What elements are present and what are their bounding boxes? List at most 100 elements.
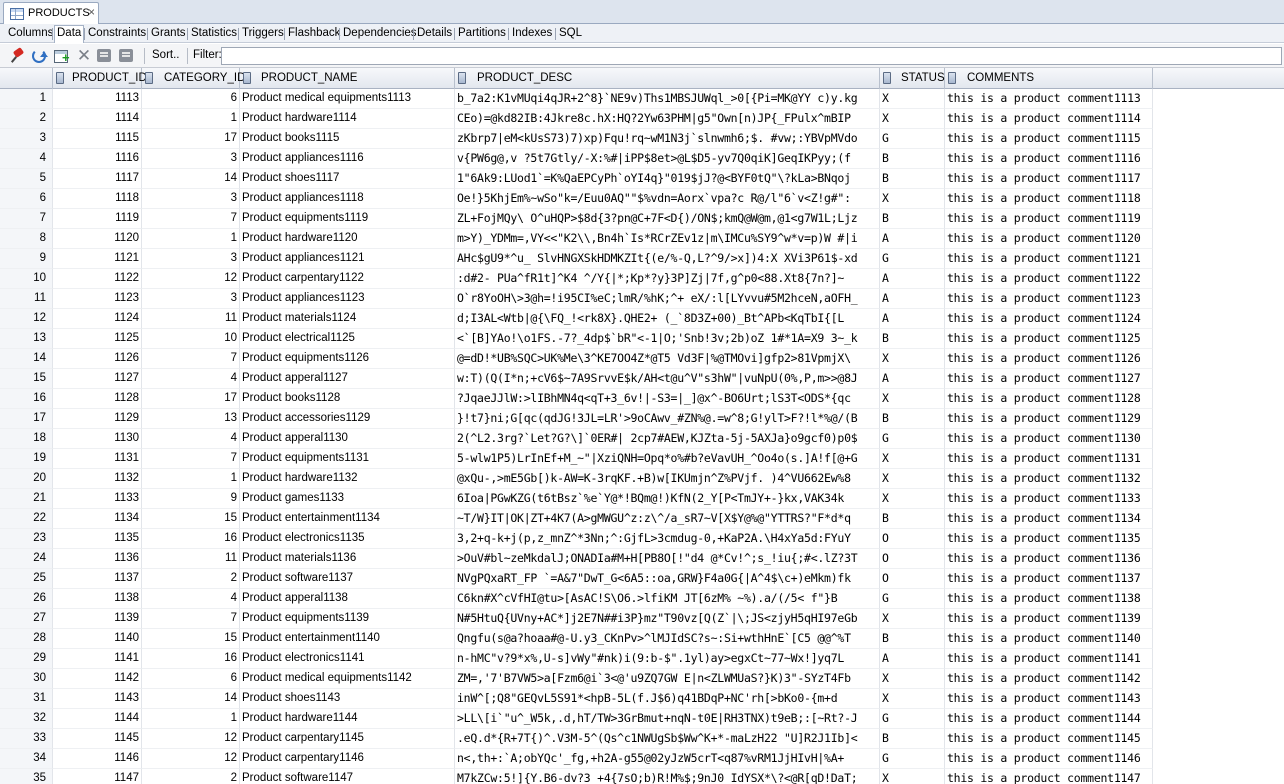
product-name-cell[interactable]: Product apperal1138: [240, 589, 455, 609]
table-row[interactable]: 1 1113 6 Product medical equipments1113 b_7a…: [0, 89, 1284, 109]
comments-cell[interactable]: this is a product comment1115: [945, 129, 1153, 149]
category-id-cell[interactable]: 7: [142, 609, 240, 629]
status-cell[interactable]: X: [880, 669, 945, 689]
table-row[interactable]: 26 1138 4 Product apperal1138 C6kn#X^cVfHI@t…: [0, 589, 1284, 609]
status-cell[interactable]: G: [880, 429, 945, 449]
category-id-cell[interactable]: 3: [142, 289, 240, 309]
comments-cell[interactable]: this is a product comment1113: [945, 89, 1153, 109]
column-header-status[interactable]: STATUS: [880, 68, 945, 89]
product-name-cell[interactable]: Product books1115: [240, 129, 455, 149]
table-row[interactable]: 16 1128 17 Product books1128 ?JqaeJJlW:>lIBh…: [0, 389, 1284, 409]
rollback-icon[interactable]: [119, 49, 133, 62]
product-desc-cell[interactable]: :d#2- PUa^fR1t]^K4 ^/Y{|*;Kp*?y}3P]Zj|7f…: [455, 269, 880, 289]
category-id-cell[interactable]: 2: [142, 569, 240, 589]
comments-cell[interactable]: this is a product comment1127: [945, 369, 1153, 389]
table-row[interactable]: 32 1144 1 Product hardware1144 >LL\[i`"u^_W5…: [0, 709, 1284, 729]
status-cell[interactable]: A: [880, 229, 945, 249]
product-id-cell[interactable]: 1122: [53, 269, 142, 289]
table-row[interactable]: 15 1127 4 Product apperal1127 w:T)(Q(I*n;+cV…: [0, 369, 1284, 389]
table-row[interactable]: 18 1130 4 Product apperal1130 2(^L2.3rg?`Let…: [0, 429, 1284, 449]
category-id-cell[interactable]: 1: [142, 469, 240, 489]
product-id-cell[interactable]: 1134: [53, 509, 142, 529]
status-cell[interactable]: B: [880, 409, 945, 429]
comments-cell[interactable]: this is a product comment1114: [945, 109, 1153, 129]
tab-indexes[interactable]: Indexes: [510, 26, 554, 42]
table-row[interactable]: 21 1133 9 Product games1133 6Ioa|PGwKZG(t6tB…: [0, 489, 1284, 509]
status-cell[interactable]: X: [880, 489, 945, 509]
status-cell[interactable]: X: [880, 609, 945, 629]
table-row[interactable]: 19 1131 7 Product equipments1131 5-wlw1P5)Lr…: [0, 449, 1284, 469]
tab-grants[interactable]: Grants: [149, 26, 188, 42]
product-id-cell[interactable]: 1116: [53, 149, 142, 169]
commit-icon[interactable]: [97, 49, 111, 62]
status-cell[interactable]: X: [880, 469, 945, 489]
status-cell[interactable]: X: [880, 769, 945, 784]
product-name-cell[interactable]: Product carpentary1146: [240, 749, 455, 769]
status-cell[interactable]: X: [880, 189, 945, 209]
category-id-cell[interactable]: 14: [142, 169, 240, 189]
product-id-cell[interactable]: 1119: [53, 209, 142, 229]
product-desc-cell[interactable]: 1"6Ak9:LUod1`=K%QaEPCyPh`oYI4q}"019$jJ?@…: [455, 169, 880, 189]
table-row[interactable]: 11 1123 3 Product appliances1123 O`r8YoOH\>3…: [0, 289, 1284, 309]
comments-cell[interactable]: this is a product comment1143: [945, 689, 1153, 709]
category-id-cell[interactable]: 10: [142, 329, 240, 349]
product-desc-cell[interactable]: inW^[;Q8"GEQvL5S91*<hpB-5L(f.J$6)q41BDqP…: [455, 689, 880, 709]
comments-cell[interactable]: this is a product comment1142: [945, 669, 1153, 689]
comments-cell[interactable]: this is a product comment1118: [945, 189, 1153, 209]
product-name-cell[interactable]: Product entertainment1134: [240, 509, 455, 529]
product-name-cell[interactable]: Product appliances1118: [240, 189, 455, 209]
tab-data[interactable]: Data: [54, 25, 85, 43]
product-id-cell[interactable]: 1117: [53, 169, 142, 189]
status-cell[interactable]: G: [880, 749, 945, 769]
product-desc-cell[interactable]: @xQu-,>mE5Gb[)k-AW=K-3rqKF.+B)w[IKUmjn^Z…: [455, 469, 880, 489]
comments-cell[interactable]: this is a product comment1138: [945, 589, 1153, 609]
product-id-cell[interactable]: 1147: [53, 769, 142, 784]
product-desc-cell[interactable]: CEo)=@kd82IB:4Jkre8c.hX:HQ?2Yw63PHM|g5"O…: [455, 109, 880, 129]
product-name-cell[interactable]: Product shoes1117: [240, 169, 455, 189]
table-row[interactable]: 13 1125 10 Product electrical1125 <`[B]YAo!\…: [0, 329, 1284, 349]
column-header-category-id[interactable]: CATEGORY_ID: [142, 68, 245, 89]
tab-partitions[interactable]: Partitions: [456, 26, 508, 42]
status-cell[interactable]: X: [880, 89, 945, 109]
category-id-cell[interactable]: 6: [142, 89, 240, 109]
category-id-cell[interactable]: 7: [142, 449, 240, 469]
product-desc-cell[interactable]: O`r8YoOH\>3@h=!i95CI%eC;lmR/%hK;^+ eX/:l…: [455, 289, 880, 309]
table-row[interactable]: 17 1129 13 Product accessories1129}!t7}ni;G…: [0, 409, 1284, 429]
refresh-icon[interactable]: [32, 49, 48, 63]
comments-cell[interactable]: this is a product comment1139: [945, 609, 1153, 629]
product-name-cell[interactable]: Product hardware1132: [240, 469, 455, 489]
product-desc-cell[interactable]: @=dD!*UB%SQC>UK%Me\3^KE7OO4Z*@T5 Vd3F|%@…: [455, 349, 880, 369]
status-cell[interactable]: X: [880, 109, 945, 129]
category-id-cell[interactable]: 14: [142, 689, 240, 709]
product-name-cell[interactable]: Product accessories1129: [240, 409, 455, 429]
status-cell[interactable]: O: [880, 549, 945, 569]
pin-icon[interactable]: [11, 48, 27, 64]
product-id-cell[interactable]: 1127: [53, 369, 142, 389]
product-desc-cell[interactable]: >OuV#bl~zeMkdalJ;ONADIa#M+H[PB8O[!"d4 @*…: [455, 549, 880, 569]
tab-dependencies[interactable]: Dependencies: [341, 26, 419, 42]
table-row[interactable]: 35 1147 2 Product software1147 M7kZCw:5!]{Y.…: [0, 769, 1284, 784]
category-id-cell[interactable]: 17: [142, 129, 240, 149]
product-id-cell[interactable]: 1118: [53, 189, 142, 209]
status-cell[interactable]: A: [880, 289, 945, 309]
category-id-cell[interactable]: 11: [142, 309, 240, 329]
comments-cell[interactable]: this is a product comment1136: [945, 549, 1153, 569]
tab-details[interactable]: Details: [415, 26, 454, 42]
status-cell[interactable]: B: [880, 629, 945, 649]
tab-columns[interactable]: Columns: [6, 26, 55, 42]
product-id-cell[interactable]: 1133: [53, 489, 142, 509]
status-cell[interactable]: X: [880, 389, 945, 409]
product-name-cell[interactable]: Product medical equipments1142: [240, 669, 455, 689]
comments-cell[interactable]: this is a product comment1123: [945, 289, 1153, 309]
delete-row-icon[interactable]: ✕: [76, 47, 92, 64]
product-name-cell[interactable]: Product hardware1120: [240, 229, 455, 249]
table-row[interactable]: 5 1117 14 Product shoes1117 1"6Ak9:LUod1`=K%…: [0, 169, 1284, 189]
product-id-cell[interactable]: 1120: [53, 229, 142, 249]
status-cell[interactable]: O: [880, 569, 945, 589]
category-id-cell[interactable]: 1: [142, 709, 240, 729]
column-header-comments[interactable]: COMMENTS: [945, 68, 1153, 89]
category-id-cell[interactable]: 15: [142, 509, 240, 529]
product-id-cell[interactable]: 1123: [53, 289, 142, 309]
product-name-cell[interactable]: Product apperal1130: [240, 429, 455, 449]
product-id-cell[interactable]: 1139: [53, 609, 142, 629]
